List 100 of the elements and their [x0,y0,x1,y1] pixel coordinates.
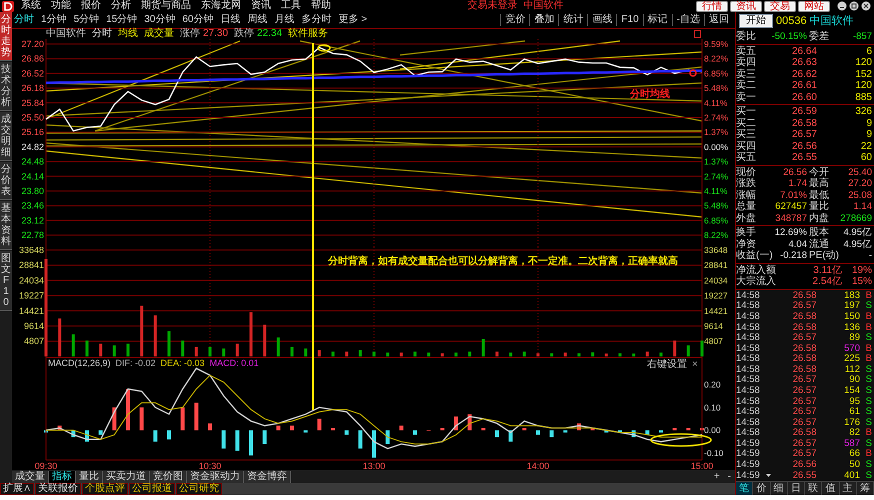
period-tab[interactable]: 月线 [274,14,296,26]
side-tab[interactable]: 基本资料 [0,201,12,250]
trade-price: 26.57 [792,449,816,460]
restore-icon[interactable] [849,1,859,11]
trade-side: B [864,354,872,364]
volume-bar [58,318,62,356]
period-tab[interactable]: 日线 [220,14,242,26]
field-value: 27.20 [847,178,872,190]
indicator-tab[interactable]: 竞价图 [150,470,187,482]
tool-button[interactable]: 竞价 [500,14,530,26]
price-axis-label: 23.80 [21,186,44,196]
quick-button[interactable]: 网站 [798,0,830,12]
tool-button[interactable]: -自选 [672,14,704,26]
side-tab[interactable]: 分时走势 [0,12,12,61]
period-tab[interactable]: 周线 [246,14,268,26]
bottom-tab[interactable]: 关联报价 [35,483,81,495]
macd-bar [208,423,212,430]
trade-side: S [864,460,872,470]
period-tab[interactable]: 分时 [13,14,35,26]
bottom-tab[interactable]: 扩展∧ [0,483,34,495]
indicator-tab[interactable]: 买卖力道 [103,470,150,482]
menu-item[interactable]: 资讯 [246,0,276,12]
panel-tab[interactable]: 日 [788,482,805,495]
indicator-tab[interactable]: 指标 [49,470,76,482]
side-tab[interactable]: 分价表 [0,162,12,200]
field-label: 换手 [736,227,756,238]
volume-bar [112,345,116,356]
annotation-note: 分时背离，如有成交量配合也可以分解背离，不一定准。二次背离，正确率就高 [328,256,678,267]
period-tab[interactable]: 多分时 [300,14,332,26]
period-tab[interactable]: 60分钟 [181,14,214,26]
indicator-tab[interactable]: 量比 [76,470,103,482]
tool-button[interactable]: F10 [616,14,643,26]
trade-side: S [864,375,872,386]
volume-bar [646,352,649,356]
panel-toggle-icon[interactable] [694,30,701,38]
trade-price: 26.57 [792,438,816,449]
start-button[interactable]: 开始 [739,14,773,28]
percent-axis-label: 0.00% [704,142,728,152]
zoom-button[interactable]: - [724,470,735,482]
trade-time: 14:59 [736,470,761,481]
indicator-tab[interactable]: 成交量 [12,470,49,482]
panel-tab[interactable]: 联 [805,482,822,495]
volume-bar [236,344,239,356]
quick-button[interactable]: 行情 [696,0,728,12]
menu-item[interactable]: 分析 [106,0,136,12]
order-label: 卖三 [736,68,757,80]
minimize-icon[interactable] [837,1,847,11]
menu-item[interactable]: 帮助 [306,0,336,12]
percent-axis-label: 1.37% [704,156,728,167]
period-tab[interactable]: 5分钟 [72,14,100,26]
side-tab[interactable]: 图文F10 [0,251,12,311]
tool-button[interactable]: 返回 [704,14,733,26]
macd-bar [58,426,62,430]
period-tab[interactable]: 更多 > [338,14,368,26]
trade-volume: 154 [843,386,860,396]
menu-item[interactable]: 工具 [276,0,306,12]
period-tab[interactable]: 15分钟 [105,14,138,26]
price-axis-label: 25.50 [21,112,44,122]
macd-bar [590,428,595,430]
zoom-button[interactable]: + [710,470,724,482]
scroll-down-icon[interactable] [766,474,770,478]
order-label: 买四 [736,140,757,152]
tool-button[interactable]: 标记 [642,14,672,26]
quick-button[interactable]: 资讯 [730,0,762,12]
bottom-tab[interactable]: 个股点评 [82,483,128,495]
bottom-tab[interactable]: 公司报道 [129,483,175,495]
bottom-tab[interactable]: 公司研究 [176,483,222,495]
macd-bar [180,407,185,430]
field-label: 内盘 [808,212,830,224]
panel-tab[interactable]: 笔 [736,482,754,495]
order-label: 卖五 [736,46,757,57]
settings-link[interactable]: 右键设置 [647,359,687,370]
tool-button[interactable]: 叠加 [529,14,558,26]
menu-item[interactable]: 报价 [76,0,106,12]
panel-tab[interactable]: 值 [822,482,840,495]
indicator-tab[interactable]: 资金驱动力 [187,470,244,482]
close-icon[interactable]: × [692,359,698,370]
period-tab[interactable]: 1分钟 [40,14,68,26]
time-axis-label: 10:30 [198,461,222,470]
macd-axis-label: 0.20 [704,379,721,390]
order-label: 卖四 [736,57,757,68]
indicator-tab[interactable]: 资金博弈 [244,470,291,482]
menu-item[interactable]: 功能 [46,0,76,12]
trade-price: 26.55 [792,470,816,481]
tool-button[interactable]: 统计 [558,14,588,26]
tool-button[interactable]: 画线 [587,14,616,26]
trade-price: 26.58 [792,354,816,364]
field-value: -50.15% [770,31,807,42]
percent-axis-label: 2.74% [704,171,728,182]
side-tab[interactable]: 成交明细 [0,112,12,161]
quick-button[interactable]: 交易 [764,0,796,12]
close-icon[interactable] [861,1,871,11]
panel-tab[interactable]: 主 [840,482,857,495]
period-tab[interactable]: 30分钟 [143,14,176,26]
panel-tab[interactable]: 细 [770,482,788,495]
macd-axis-label: 0.10 [704,402,721,412]
panel-tab[interactable]: 筹 [856,482,874,495]
panel-tab[interactable]: 价 [753,482,770,495]
side-tab[interactable]: 技术分析 [0,62,12,111]
price-axis-label: 22.78 [21,230,44,240]
